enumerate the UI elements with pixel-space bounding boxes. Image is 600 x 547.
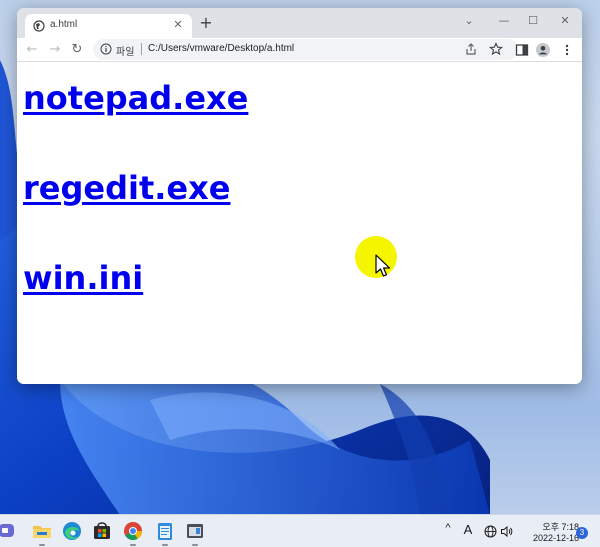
- input-method-indicator[interactable]: A: [460, 522, 476, 540]
- volume-icon[interactable]: [500, 525, 513, 538]
- running-indicator: [130, 544, 136, 546]
- running-indicator: [39, 544, 45, 546]
- running-indicator: [162, 544, 168, 546]
- tab-list-chevron-icon[interactable]: ⌄: [459, 12, 479, 30]
- notepad-icon[interactable]: [154, 520, 176, 542]
- store-icon[interactable]: [91, 520, 113, 542]
- app-icon[interactable]: [184, 520, 206, 542]
- tray-overflow-chevron[interactable]: ^: [441, 522, 455, 540]
- url-text[interactable]: C:/Users/vmware/Desktop/a.html: [148, 43, 294, 54]
- globe-icon: [33, 20, 45, 32]
- network-globe-icon[interactable]: [484, 525, 497, 538]
- back-button[interactable]: ←: [23, 41, 41, 59]
- reload-button[interactable]: ↻: [68, 41, 86, 59]
- share-icon[interactable]: [464, 42, 478, 56]
- running-indicator: [192, 544, 198, 546]
- side-panel-icon[interactable]: [514, 42, 530, 58]
- profile-avatar-icon[interactable]: [535, 42, 551, 58]
- new-tab-button[interactable]: +: [198, 15, 214, 32]
- notification-badge[interactable]: 3: [576, 527, 588, 539]
- title-bar: a.html ✕ + ⌄ — ☐ ✕: [17, 8, 582, 38]
- bookmark-star-icon[interactable]: [489, 42, 503, 56]
- menu-kebab-icon[interactable]: [559, 42, 575, 58]
- address-separator: [141, 43, 142, 55]
- address-bar[interactable]: 파일 C:/Users/vmware/Desktop/a.html: [93, 39, 518, 60]
- scheme-label: 파일: [116, 47, 135, 58]
- file-explorer-icon[interactable]: [31, 520, 53, 542]
- clock-date[interactable]: 2022-12-16: [515, 533, 579, 543]
- browser-tab[interactable]: a.html ✕: [25, 14, 192, 38]
- mouse-pointer-icon: [375, 254, 391, 277]
- info-icon[interactable]: [100, 43, 112, 55]
- browser-window: a.html ✕ + ⌄ — ☐ ✕ ← → ↻ 파일 C:/Users/vmw…: [17, 8, 582, 384]
- tab-close-icon[interactable]: ✕: [172, 19, 184, 31]
- taskbar: ^ A 오후 7:18 2022-12-16 3: [0, 514, 600, 547]
- tab-title: a.html: [50, 19, 78, 30]
- clock-time[interactable]: 오후 7:18: [523, 520, 579, 533]
- chrome-icon[interactable]: [122, 520, 144, 542]
- forward-button[interactable]: →: [46, 41, 64, 59]
- link-regedit[interactable]: regedit.exe: [23, 169, 230, 207]
- link-win-ini[interactable]: win.ini: [23, 259, 143, 297]
- maximize-button[interactable]: ☐: [523, 12, 543, 30]
- minimize-button[interactable]: —: [494, 12, 514, 30]
- link-notepad[interactable]: notepad.exe: [23, 79, 248, 117]
- chat-icon[interactable]: [0, 520, 18, 542]
- browser-toolbar: ← → ↻ 파일 C:/Users/vmware/Desktop/a.html: [17, 38, 582, 62]
- edge-icon[interactable]: [61, 520, 83, 542]
- page-content: notepad.exe regedit.exe win.ini: [17, 63, 582, 384]
- close-window-button[interactable]: ✕: [555, 12, 575, 30]
